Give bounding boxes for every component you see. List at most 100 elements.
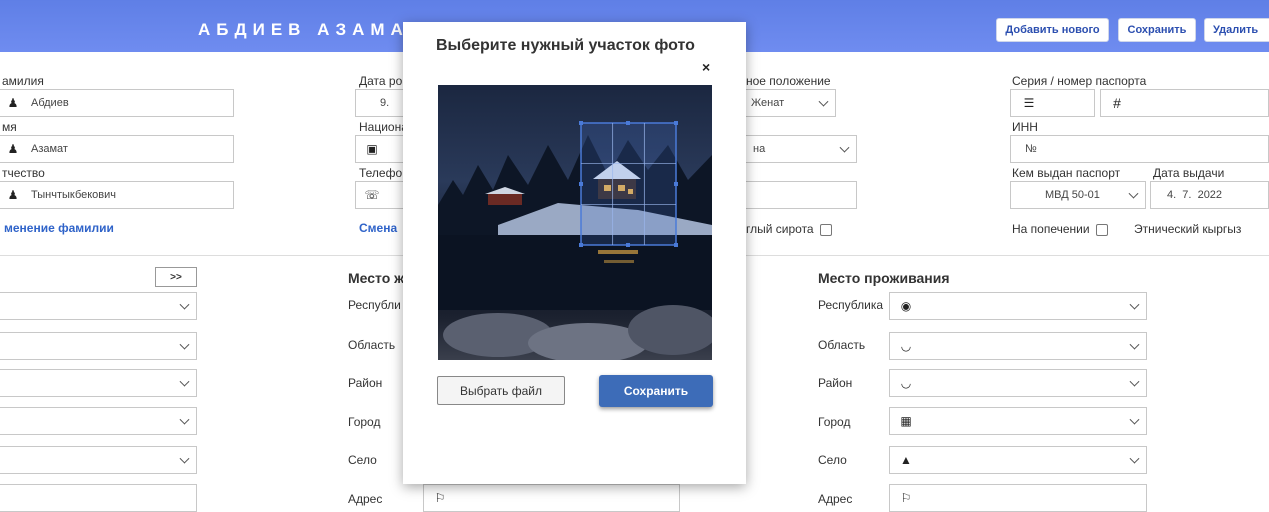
user-icon: ♟ <box>7 188 19 202</box>
reg-city-label: Город <box>348 415 381 429</box>
phone-label: Телефо <box>359 166 403 180</box>
issue-date-value: 4. 7. 2022 <box>1167 189 1223 201</box>
surname-input[interactable]: ♟ Абдиев <box>0 89 234 117</box>
left-select-3[interactable] <box>0 369 197 397</box>
res-region-label: Область <box>818 338 866 352</box>
user-icon: ♟ <box>7 142 19 156</box>
country-select[interactable]: на <box>740 135 857 163</box>
name-label: мя <box>2 120 17 134</box>
birthdate-label: Дата ро <box>359 74 403 88</box>
res-village-label: Село <box>818 453 847 467</box>
save-button[interactable]: Сохранить <box>1118 18 1196 42</box>
left-select-1[interactable] <box>0 292 197 320</box>
chevron-down-icon <box>1129 299 1140 310</box>
copy-address-button[interactable]: >> <box>155 267 197 287</box>
winter-house-photo <box>438 121 712 360</box>
left-address-input[interactable] <box>0 484 197 512</box>
res-republic-label: Республика <box>818 298 884 312</box>
orphan-checkbox-row: глый сирота <box>746 222 832 236</box>
close-icon[interactable]: × <box>702 59 710 75</box>
registration-section-title: Место ж <box>348 270 405 286</box>
chevron-down-icon <box>1129 414 1140 425</box>
chevron-down-icon <box>1128 188 1139 199</box>
hash-icon: # <box>1113 95 1121 111</box>
add-new-button[interactable]: Добавить нового <box>996 18 1109 42</box>
passport-number-input[interactable]: # <box>1100 89 1269 117</box>
delete-button[interactable]: Удалить <box>1204 18 1269 42</box>
orphan-checkbox[interactable] <box>819 223 832 236</box>
photo-crop-modal: Выберите нужный участок фото × Выбрать ф… <box>403 22 746 484</box>
res-address-label: Адрес <box>818 492 853 506</box>
issue-date-input[interactable]: 4. 7. 2022 <box>1150 181 1269 209</box>
guardianship-label: На попечении <box>1012 222 1090 236</box>
chevron-down-icon <box>179 339 190 350</box>
reg-village-label: Село <box>348 453 377 467</box>
name-input[interactable]: ♟ Азамат <box>0 135 234 163</box>
marital-status-value: Женат <box>751 97 785 109</box>
issue-date-label: Дата выдачи <box>1153 166 1225 180</box>
chevron-down-icon <box>1129 339 1140 350</box>
ethnic-kyrgyz-label: Этнический кыргыз <box>1134 222 1242 236</box>
map-icon: ⚐ <box>900 491 912 505</box>
id-card-icon: ▣ <box>366 142 378 156</box>
inn-input[interactable]: № <box>1010 135 1269 163</box>
photo-preview <box>438 85 712 360</box>
modal-save-button[interactable]: Сохранить <box>599 375 713 407</box>
patronymic-value: Тынчтыкбекович <box>31 189 117 201</box>
res-village-select[interactable]: ▲ <box>889 446 1147 474</box>
res-city-label: Город <box>818 415 851 429</box>
patronymic-input[interactable]: ♟ Тынчтыкбекович <box>0 181 234 209</box>
left-select-5[interactable] <box>0 446 197 474</box>
res-region-select[interactable]: ◡ <box>889 332 1147 360</box>
reg-region-label: Область <box>348 338 396 352</box>
inn-label: ИНН <box>1012 120 1038 134</box>
chevron-down-icon <box>1129 453 1140 464</box>
marital-status-label: ное положение <box>746 74 831 88</box>
area-chart-icon: ◡ <box>900 339 912 353</box>
left-select-2[interactable] <box>0 332 197 360</box>
chevron-down-icon <box>839 142 850 153</box>
patronymic-label: тчество <box>2 166 45 180</box>
left-select-4[interactable] <box>0 407 197 435</box>
col3-text-input[interactable] <box>740 181 857 209</box>
student-name-title: АБДИЕВ АЗАМАТ <box>198 20 425 39</box>
globe-icon: ◉ <box>900 299 912 313</box>
passport-icon: ☰ <box>1023 96 1035 110</box>
choose-file-button[interactable]: Выбрать файл <box>437 376 565 405</box>
chevron-down-icon <box>818 96 829 107</box>
birthdate-value: 9. <box>380 97 390 109</box>
res-district-label: Район <box>818 376 853 390</box>
issued-by-select[interactable]: МВД 50-01 <box>1010 181 1146 209</box>
surname-value: Абдиев <box>31 97 69 109</box>
phone-icon: ☏ <box>364 188 380 202</box>
modal-title: Выберите нужный участок фото <box>436 37 695 54</box>
inn-placeholder: № <box>1025 143 1037 155</box>
reg-address-label: Адрес <box>348 492 383 506</box>
chevron-down-icon <box>179 414 190 425</box>
country-value: на <box>753 143 766 155</box>
reg-district-label: Район <box>348 376 383 390</box>
nationality-label: Национа <box>359 120 408 134</box>
chevron-down-icon <box>179 299 190 310</box>
res-address-input[interactable]: ⚐ <box>889 484 1147 512</box>
area-chart-icon: ◡ <box>900 376 912 390</box>
residence-section-title: Место проживания <box>818 270 950 286</box>
chevron-down-icon <box>179 376 190 387</box>
guardianship-checkbox[interactable] <box>1095 223 1108 236</box>
map-icon: ⚐ <box>434 491 446 505</box>
res-district-select[interactable]: ◡ <box>889 369 1147 397</box>
chevron-down-icon <box>1129 376 1140 387</box>
reg-republic-label: Республи <box>348 298 401 312</box>
res-republic-select[interactable]: ◉ <box>889 292 1147 320</box>
chevron-down-icon <box>179 453 190 464</box>
change-surname-link[interactable]: менение фамилии <box>4 221 114 235</box>
surname-label: амилия <box>2 74 44 88</box>
issued-by-value: МВД 50-01 <box>1045 189 1100 201</box>
passport-series-input[interactable]: ☰ <box>1010 89 1095 117</box>
res-city-select[interactable]: ▦ <box>889 407 1147 435</box>
issued-by-label: Кем выдан паспорт <box>1012 166 1121 180</box>
marital-status-select[interactable]: Женат <box>740 89 836 117</box>
city-icon: ▦ <box>900 414 912 428</box>
change-link[interactable]: Смена <box>359 221 397 235</box>
reg-address-input[interactable]: ⚐ <box>423 484 680 512</box>
